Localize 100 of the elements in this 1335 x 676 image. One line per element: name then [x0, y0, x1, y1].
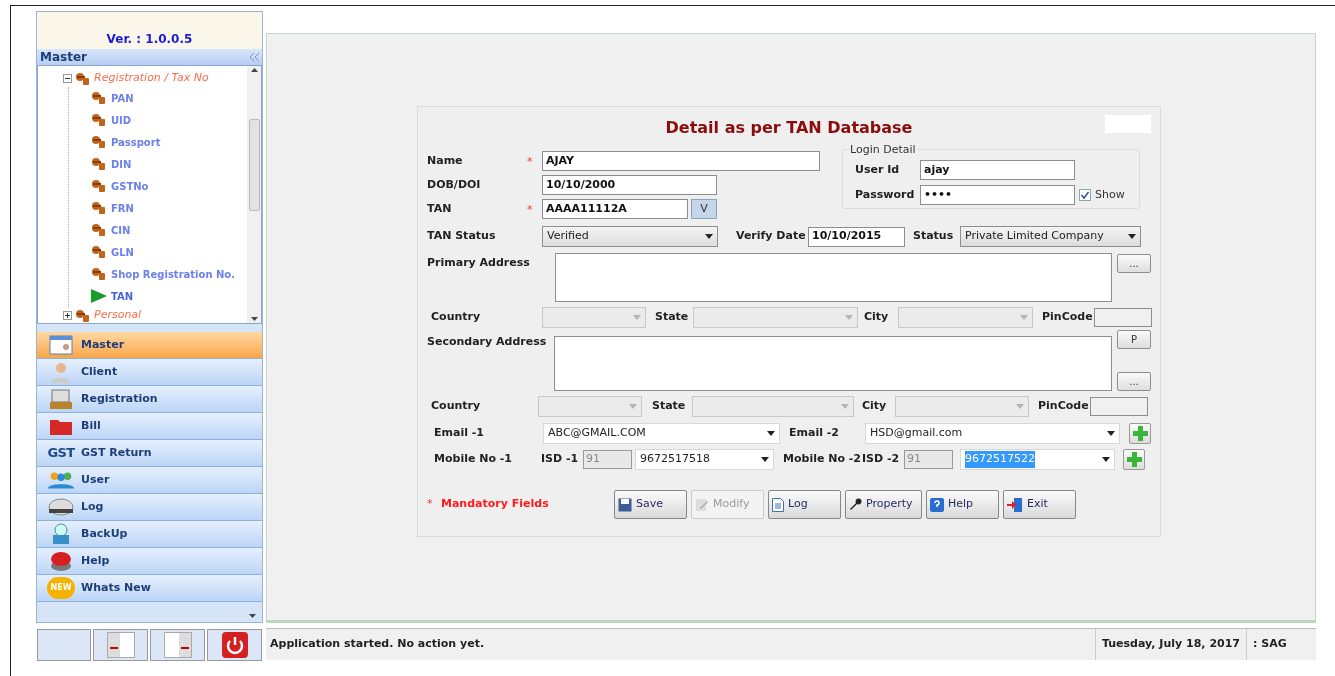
nav-label: Whats New: [81, 579, 151, 596]
input-field[interactable]: 10/10/2015: [808, 226, 905, 247]
field-label: Verify Date: [736, 228, 807, 245]
dropdown[interactable]: Private Limited Company: [960, 226, 1141, 247]
field-label: Country: [431, 309, 482, 326]
input-field[interactable]: ••••: [920, 185, 1075, 205]
layout-right-icon: [163, 632, 192, 658]
nav-item[interactable]: User: [37, 467, 262, 494]
wrench-icon: [849, 498, 862, 511]
isd-field: 91: [583, 450, 632, 469]
nav-label: GST Return: [81, 444, 152, 461]
input-field[interactable]: [1090, 397, 1148, 416]
tree-item[interactable]: FRN: [111, 200, 134, 216]
field-label: Primary Address: [427, 255, 531, 271]
nav-item[interactable]: NEW Whats New: [37, 575, 262, 602]
nav-item[interactable]: Bill: [37, 413, 262, 440]
input-field[interactable]: 10/10/2000: [542, 175, 717, 195]
field-label: Status: [913, 228, 955, 245]
small-button[interactable]: ...: [1117, 254, 1151, 273]
nav-item[interactable]: Client: [37, 359, 262, 386]
backup-icon: [50, 523, 72, 545]
field-label: ISD -1: [541, 451, 580, 468]
scroll-down-icon[interactable]: [249, 614, 256, 618]
field-label: DOB/DOI: [427, 176, 482, 193]
required-mark: *: [527, 155, 533, 168]
input-field[interactable]: AAAA11112A: [542, 199, 688, 219]
right-pane-button[interactable]: [150, 629, 205, 661]
field-label: Mobile No -2: [783, 451, 862, 468]
tree-item[interactable]: CIN: [111, 222, 131, 238]
dropdown[interactable]: ABC@GMAIL.COM: [543, 423, 780, 444]
field-label: Name: [427, 152, 464, 169]
tree-item[interactable]: PAN: [111, 90, 134, 106]
disk-drive-icon: [48, 497, 74, 517]
dropdown[interactable]: HSD@gmail.com: [865, 423, 1120, 444]
power-button[interactable]: [207, 629, 262, 661]
address-field[interactable]: [554, 336, 1112, 391]
address-field[interactable]: [555, 253, 1112, 302]
field-label: City: [864, 309, 890, 326]
show-checkbox[interactable]: [1079, 189, 1091, 201]
small-button[interactable]: P: [1117, 330, 1151, 349]
input-field[interactable]: [1094, 308, 1152, 327]
toolbar-button[interactable]: Property: [845, 490, 922, 519]
plus-toggle-icon[interactable]: [63, 311, 72, 320]
field-label: PinCode: [1038, 398, 1090, 415]
nav-label: Master: [81, 336, 125, 353]
version-label: Ver. : 1.0.0.5: [106, 31, 193, 48]
blank-button[interactable]: [37, 629, 91, 661]
field-label: State: [655, 309, 690, 326]
tree-item[interactable]: UID: [111, 112, 132, 128]
collapse-chevrons-icon[interactable]: [250, 53, 259, 61]
toolbar-button[interactable]: Log: [768, 490, 841, 519]
tree-item[interactable]: GLN: [111, 244, 134, 260]
field-label: Mobile No -1: [434, 451, 514, 468]
input-field[interactable]: AJAY: [542, 151, 820, 171]
nav-item[interactable]: BackUp: [37, 521, 262, 548]
dropdown-caret-icon: [767, 431, 775, 436]
nav-item[interactable]: Help: [37, 548, 262, 575]
left-pane-button[interactable]: [93, 629, 148, 661]
tree-item[interactable]: Shop Registration No.: [111, 266, 236, 282]
toolbar-button[interactable]: Help: [926, 490, 999, 519]
required-mark: *: [527, 203, 533, 216]
new-badge: NEW: [47, 577, 75, 599]
add-button[interactable]: [1123, 449, 1145, 470]
layout-left-icon: [106, 632, 135, 658]
field-label: Country: [431, 398, 482, 415]
add-button[interactable]: [1129, 423, 1151, 444]
nav-label: Help: [81, 552, 110, 569]
scroll-up-icon[interactable]: [250, 68, 258, 72]
field-label: ISD -2: [862, 451, 901, 468]
tree-item[interactable]: TAN: [111, 288, 134, 304]
dropdown[interactable]: 9672517518: [635, 449, 774, 470]
tree-item[interactable]: Passport: [111, 134, 161, 150]
gst-logo: GST: [47, 444, 75, 463]
verify-button[interactable]: V: [691, 199, 717, 219]
toolbar-button[interactable]: Exit: [1003, 490, 1076, 519]
panel-title: Master: [40, 49, 87, 66]
nav-item[interactable]: GST GST Return: [37, 440, 262, 467]
nav-item[interactable]: Registration: [37, 386, 262, 413]
minus-toggle-icon[interactable]: [63, 74, 72, 83]
dropdown-caret-icon: [633, 315, 641, 320]
cash-register-icon: [49, 388, 73, 410]
users-icon: [47, 471, 75, 489]
input-field[interactable]: ajay: [920, 160, 1075, 180]
nav-label: BackUp: [81, 525, 128, 542]
dropdown-caret-icon: [705, 234, 713, 239]
scrollbar[interactable]: [247, 66, 261, 323]
tree-item[interactable]: DIN: [111, 156, 132, 172]
plus-icon: [1132, 426, 1148, 441]
dropdown-caret-icon: [1128, 234, 1136, 239]
scroll-down-icon[interactable]: [250, 317, 258, 321]
nav-item[interactable]: Master: [37, 332, 262, 359]
dropdown[interactable]: Verified: [542, 226, 718, 247]
tree-item[interactable]: GSTNo: [111, 178, 149, 194]
toolbar-button[interactable]: Save: [614, 490, 687, 519]
nav-item[interactable]: Log: [37, 494, 262, 521]
small-button[interactable]: ...: [1117, 372, 1151, 391]
field-label: Email -2: [789, 425, 840, 442]
field-label: TAN Status: [427, 228, 497, 245]
help-icon: [930, 497, 944, 512]
status-user: : SAG: [1246, 629, 1296, 660]
